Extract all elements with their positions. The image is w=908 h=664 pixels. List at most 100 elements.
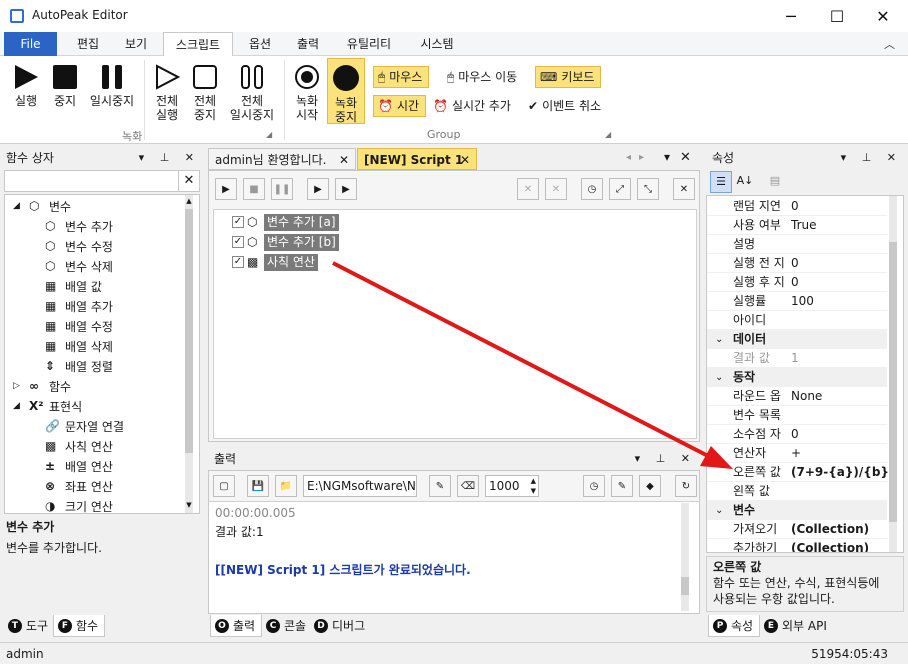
fill-button[interactable]: ◆	[639, 475, 661, 497]
brush-button[interactable]: ✎	[429, 475, 451, 497]
property-value[interactable]: (Collection)	[791, 520, 869, 539]
collapse-arrow-icon[interactable]: ⌄	[715, 501, 723, 520]
expander-icon[interactable]: ◢	[13, 401, 23, 411]
property-value[interactable]: 0	[791, 197, 799, 216]
property-row[interactable]: 왼쪽 값	[707, 482, 887, 501]
minimize-button[interactable]: ─	[768, 0, 814, 32]
collapse-ribbon-icon[interactable]: ︿	[884, 36, 895, 52]
doc-tab-welcome[interactable]: admin님 환영합니다. ✕	[208, 148, 356, 170]
close-button[interactable]: ✕	[860, 0, 906, 32]
tab-functions[interactable]: F 함수	[53, 615, 106, 637]
tab-properties[interactable]: P 속성	[708, 615, 761, 637]
property-value[interactable]: None	[791, 387, 822, 406]
script-node[interactable]: ✓ ⬡ 변수 추가 [b]	[232, 233, 339, 251]
close-icon[interactable]: ✕	[680, 150, 691, 165]
property-value[interactable]: (Collection)	[791, 539, 869, 552]
property-row[interactable]: 아이디	[707, 311, 887, 330]
panel-tools-icons[interactable]: ▾ ⊥ ✕	[635, 448, 696, 470]
eraser-button[interactable]: ⌫	[457, 475, 479, 497]
maximize-button[interactable]: ☐	[814, 0, 860, 32]
expander-icon[interactable]: ▷	[13, 381, 23, 391]
tree-item[interactable]: ⊗ 좌표 연산	[45, 476, 113, 496]
tree-item[interactable]: ⬡ 변수 수정	[45, 236, 113, 256]
tree-item[interactable]: ⬡ 변수 추가	[45, 216, 113, 236]
property-value[interactable]: (7+9-{a})/{b}	[791, 463, 889, 482]
tree-item[interactable]: ▦ 배열 수정	[45, 316, 113, 336]
property-row[interactable]: 연산자 +	[707, 444, 887, 463]
line-count-stepper[interactable]: 1000 ▲ ▼	[485, 475, 539, 497]
property-row[interactable]: 결과 값 1	[707, 349, 887, 368]
property-row[interactable]: 랜덤 지연 0	[707, 197, 887, 216]
property-row[interactable]: 라운드 옵 None	[707, 387, 887, 406]
step-button[interactable]: ▶	[307, 178, 329, 200]
pause-button[interactable]: 일시중지	[86, 64, 138, 108]
keyboard-toggle[interactable]: ⌨ 키보드	[535, 66, 602, 88]
property-row[interactable]: 실행 후 지 0	[707, 273, 887, 292]
doc-dropdown-icon[interactable]: ▾	[664, 150, 670, 164]
expand-button[interactable]: ⤢	[609, 178, 631, 200]
property-value[interactable]: 1	[791, 349, 799, 368]
tree-item[interactable]: ◑ 크기 연산	[45, 496, 113, 513]
time-toggle[interactable]: ⏰ 시간	[373, 95, 427, 117]
tree-item[interactable]: ◢ ⬡ 변수	[13, 196, 71, 216]
pen-button[interactable]: ✎	[611, 475, 633, 497]
run-script-button[interactable]: ▶	[215, 178, 237, 200]
tree-item[interactable]: ± 배열 연산	[45, 456, 113, 476]
property-value[interactable]: True	[791, 216, 817, 235]
tab-console[interactable]: C 콘솔	[262, 615, 312, 637]
event-cancel-toggle[interactable]: ✔ 이벤트 취소	[523, 95, 608, 117]
timer-button[interactable]: ◷	[581, 178, 603, 200]
dialog-launcher-icon[interactable]: ◢	[266, 130, 272, 139]
collapse-arrow-icon[interactable]: ⌄	[715, 368, 723, 387]
property-row[interactable]: 실행률 100	[707, 292, 887, 311]
property-row[interactable]: 사용 여부 True	[707, 216, 887, 235]
tree-item[interactable]: ▦ 배열 추가	[45, 296, 113, 316]
tab-options[interactable]: 옵션	[238, 32, 282, 56]
tree-item[interactable]: ▩ 사칙 연산	[45, 436, 113, 456]
record-stop-button[interactable]: 녹화 중지	[327, 58, 365, 124]
doc-tab-script[interactable]: [NEW] Script 1 ✕	[357, 148, 477, 170]
checkbox[interactable]: ✓	[232, 216, 244, 228]
script-canvas[interactable]: ✓ ⬡ 변수 추가 [a] ✓ ⬡ 변수 추가 [b] ✓ ▩ 사칙 연산	[213, 209, 697, 439]
property-row[interactable]: 추가하기 (Collection)	[707, 539, 887, 552]
checkbox[interactable]: ✓	[232, 256, 244, 268]
open-folder-button[interactable]: 📁	[275, 475, 297, 497]
tab-utility[interactable]: 유틸리티	[336, 32, 402, 56]
close-script-button[interactable]: ✕	[673, 178, 695, 200]
property-value[interactable]: 0	[791, 273, 799, 292]
scrollbar[interactable]	[889, 196, 897, 552]
property-category[interactable]: ⌄ 데이터	[707, 330, 887, 349]
stepper-arrows-icon[interactable]: ▲ ▼	[531, 476, 536, 496]
tree-item[interactable]: ▷ ∞ 함수	[13, 376, 71, 396]
run-from-button[interactable]: ▶	[335, 178, 357, 200]
output-log[interactable]: 00:00:00.005 결과 값:1 [[NEW] Script 1] 스크립…	[209, 501, 699, 613]
property-row[interactable]: 변수 목록	[707, 406, 887, 425]
delete-all-button[interactable]: ✕	[545, 178, 567, 200]
pause-all-button[interactable]: 전체 일시중지	[226, 64, 278, 122]
tab-tools[interactable]: T 도구	[4, 615, 54, 637]
tab-scroll-icons[interactable]: ◂▸	[626, 152, 652, 163]
func-search-input[interactable]	[4, 170, 180, 192]
property-row[interactable]: 가져오기 (Collection)	[707, 520, 887, 539]
tab-view[interactable]: 보기	[114, 32, 158, 56]
scrollbar[interactable]: ▲ ▼	[185, 195, 193, 513]
collapse-button[interactable]: ⤡	[637, 178, 659, 200]
tab-edit[interactable]: 편집	[66, 32, 110, 56]
record-start-button[interactable]: 녹화 시작	[288, 64, 326, 122]
property-value[interactable]: 0	[791, 254, 799, 273]
mouse-move-toggle[interactable]: 🖱 마우스 이동	[442, 66, 524, 88]
checkbox[interactable]: ✓	[232, 236, 244, 248]
save-output-button[interactable]: 💾	[247, 475, 269, 497]
property-value[interactable]: 100	[791, 292, 814, 311]
property-category[interactable]: ⌄ 변수	[707, 501, 887, 520]
collapse-arrow-icon[interactable]: ⌄	[715, 330, 723, 349]
property-row[interactable]: 소수점 자 0	[707, 425, 887, 444]
mouse-toggle[interactable]: 🖱 마우스	[373, 66, 430, 88]
tab-file[interactable]: File	[4, 32, 57, 56]
script-node[interactable]: ✓ ▩ 사칙 연산	[232, 253, 318, 271]
realtime-add-toggle[interactable]: ⏰ 실시간 추가	[428, 95, 518, 117]
tab-output-panel[interactable]: O 출력	[210, 615, 263, 637]
tab-system[interactable]: 시스템	[410, 32, 464, 56]
run-button[interactable]: 실행	[6, 64, 46, 108]
panel-tools-icons[interactable]: ▾ ⊥ ✕	[139, 147, 200, 169]
